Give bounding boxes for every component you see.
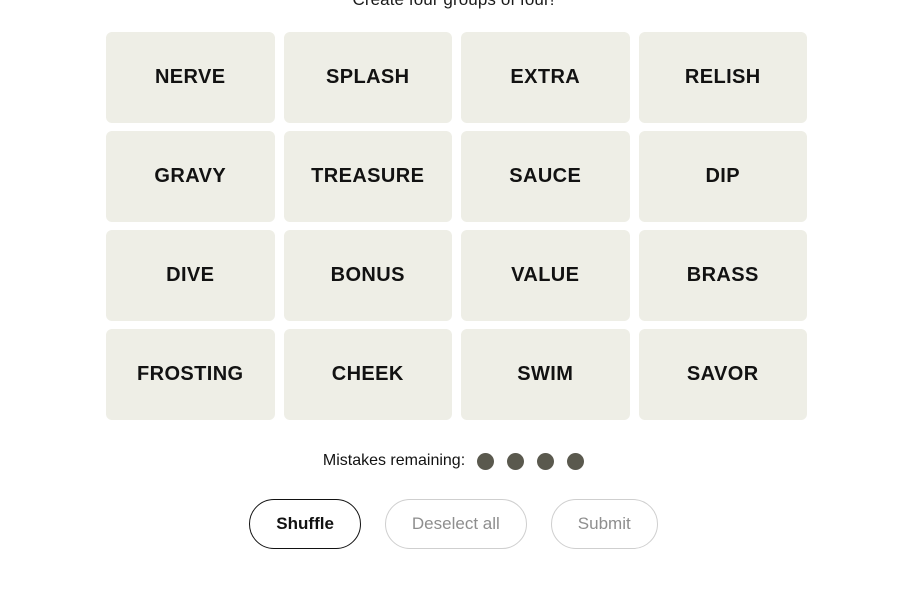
word-tile[interactable]: SWIM: [461, 329, 630, 420]
word-tile[interactable]: RELISH: [638, 32, 807, 123]
word-tile[interactable]: SAVOR: [638, 329, 807, 420]
shuffle-button[interactable]: Shuffle: [249, 499, 361, 549]
action-button-row: Shuffle Deselect all Submit: [0, 499, 907, 549]
word-tile[interactable]: DIP: [638, 131, 807, 222]
deselect-all-button[interactable]: Deselect all: [384, 499, 527, 549]
mistake-dot-icon: [477, 452, 495, 470]
word-tile-grid: NERVE SPLASH EXTRA RELISH GRAVY TREASURE SAUCE…: [106, 32, 807, 420]
word-tile[interactable]: SAUCE: [461, 131, 630, 222]
word-tile[interactable]: BONUS: [283, 230, 452, 321]
mistake-dot-icon: [537, 452, 555, 470]
word-tile[interactable]: EXTRA: [461, 32, 630, 123]
mistakes-remaining-label: Mistakes remaining:: [322, 452, 466, 469]
mistake-dot-icon: [567, 452, 585, 470]
word-tile[interactable]: FROSTING: [106, 329, 275, 420]
word-tile[interactable]: BRASS: [638, 230, 807, 321]
connections-game: Create four groups of four! NERVESPLASHE…: [0, 0, 907, 603]
word-tile[interactable]: TREASURE: [283, 131, 452, 222]
mistakes-dot-group: [477, 452, 585, 470]
word-tile[interactable]: SPLASH: [283, 32, 452, 123]
mistakes-remaining: Mistakes remaining:: [0, 448, 907, 474]
game-subtitle: Create four groups of four!: [0, 0, 907, 10]
word-tile[interactable]: GRAVY: [106, 131, 275, 222]
word-tile[interactable]: VALUE: [461, 230, 630, 321]
word-tile[interactable]: DIVE: [106, 230, 275, 321]
word-tile[interactable]: NERVE: [106, 32, 275, 123]
mistake-dot-icon: [507, 452, 525, 470]
submit-button[interactable]: Submit: [550, 499, 658, 549]
word-tile[interactable]: CHEEK: [283, 329, 452, 420]
